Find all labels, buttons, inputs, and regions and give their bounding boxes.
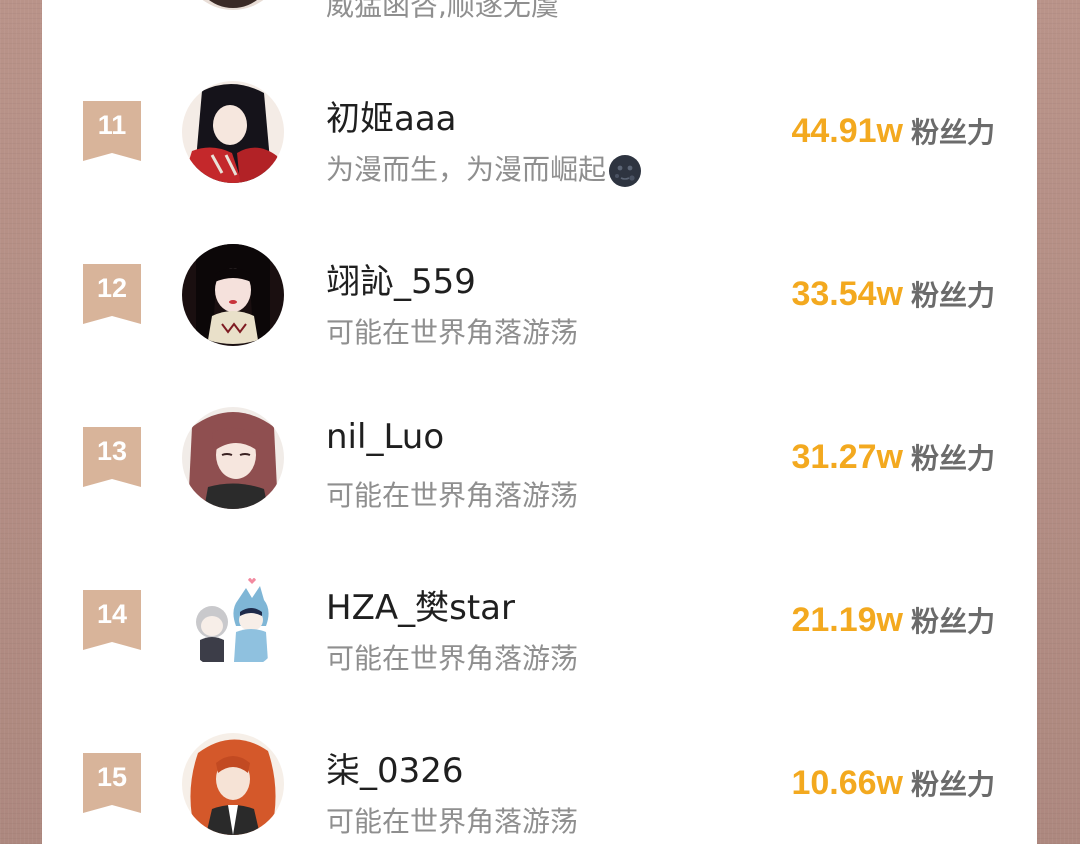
- user-name[interactable]: 柒_0326: [326, 743, 464, 792]
- rank-number: 15: [96, 762, 128, 792]
- avatar[interactable]: [182, 244, 284, 346]
- user-name[interactable]: 初姬aaa: [326, 91, 457, 140]
- user-name[interactable]: nil_Luo: [326, 417, 444, 457]
- rank-number: 11: [97, 110, 127, 140]
- fan-power-label: 粉丝力: [910, 442, 995, 475]
- ranking-list: 威猛函咨,顺遂无虞 11 初姬aaa 为漫而生，为漫而崛起 44.91w 粉丝力…: [42, 0, 1037, 844]
- user-name[interactable]: HZA_樊star: [326, 580, 515, 629]
- avatar[interactable]: [182, 81, 284, 183]
- list-item[interactable]: 12 翊訫_559 可能在世界角落游荡 33.54w 粉丝力: [42, 235, 1037, 355]
- user-bio: 可能在世界角落游荡: [326, 479, 579, 512]
- fan-power-label: 粉丝力: [910, 116, 995, 149]
- fan-power-value: 21.19w: [791, 601, 903, 639]
- fan-power-stat: 33.54w 粉丝力: [791, 274, 995, 314]
- fan-power-stat: 10.66w 粉丝力: [791, 763, 995, 803]
- fan-power-value: 33.54w: [791, 275, 903, 313]
- list-item[interactable]: 14 HZA_樊star 可能在世界角落游荡 21.19w 粉丝力: [42, 561, 1037, 681]
- avatar[interactable]: [182, 0, 284, 10]
- avatar[interactable]: [182, 570, 284, 672]
- rank-badge: 11: [83, 101, 141, 161]
- user-bio: 可能在世界角落游荡: [326, 316, 579, 349]
- rank-number: 13: [96, 436, 128, 466]
- rank-badge: 12: [83, 264, 141, 324]
- rank-number: 14: [96, 599, 128, 629]
- fan-power-value: 44.91w: [791, 112, 903, 150]
- user-bio: 可能在世界角落游荡: [326, 805, 579, 838]
- avatar[interactable]: [182, 407, 284, 509]
- rank-badge: 14: [83, 590, 141, 650]
- fan-power-label: 粉丝力: [910, 605, 995, 638]
- list-item[interactable]: 11 初姬aaa 为漫而生，为漫而崛起 44.91w 粉丝力: [42, 72, 1037, 192]
- list-item[interactable]: 15 柒_0326 可能在世界角落游荡 10.66w 粉丝力: [42, 724, 1037, 844]
- list-item-partial[interactable]: 威猛函咨,顺遂无虞: [42, 0, 1037, 40]
- new-moon-face-icon: [609, 155, 642, 187]
- fan-power-value: 31.27w: [791, 438, 903, 476]
- list-item[interactable]: 13 nil_Luo 可能在世界角落游荡 31.27w 粉丝力: [42, 398, 1037, 518]
- user-bio: 可能在世界角落游荡: [326, 642, 579, 675]
- fan-power-value: 10.66w: [791, 764, 903, 802]
- user-bio-text: 为漫而生，为漫而崛起: [326, 153, 607, 186]
- fan-power-stat: 21.19w 粉丝力: [791, 600, 995, 640]
- user-bio: 威猛函咨,顺遂无虞: [326, 0, 559, 22]
- fan-power-stat: 44.91w 粉丝力: [791, 111, 995, 151]
- rank-badge: 13: [83, 427, 141, 487]
- avatar[interactable]: [182, 733, 284, 835]
- user-bio: 为漫而生，为漫而崛起: [326, 148, 642, 188]
- user-name[interactable]: 翊訫_559: [326, 254, 476, 303]
- rank-badge: 15: [83, 753, 141, 813]
- rank-number: 12: [96, 273, 128, 303]
- fan-power-stat: 31.27w 粉丝力: [791, 437, 995, 477]
- fan-power-label: 粉丝力: [910, 768, 995, 801]
- fan-power-label: 粉丝力: [910, 279, 995, 312]
